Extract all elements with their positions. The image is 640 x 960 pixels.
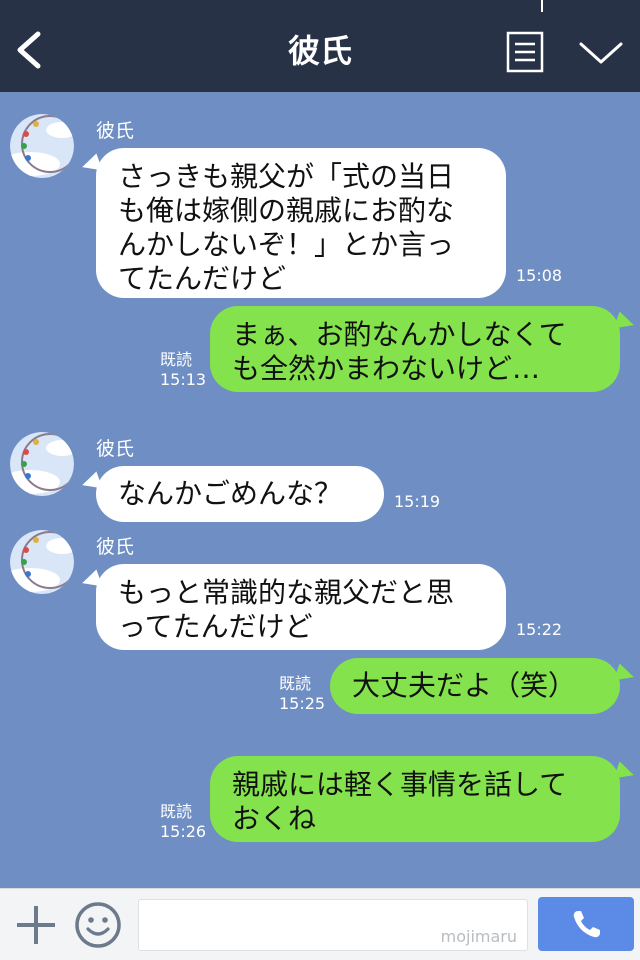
read-receipt: 既読	[279, 674, 312, 693]
message-line: てたんだけど	[118, 262, 287, 295]
avatar[interactable]	[10, 114, 74, 178]
message-time: 15:22	[516, 620, 563, 639]
avatar[interactable]	[10, 432, 74, 496]
message-line: も全然かまわないけど…	[232, 352, 541, 385]
dropdown-menu-button[interactable]	[578, 38, 624, 68]
message-input[interactable]: mojimaru	[138, 899, 528, 951]
message-bubble-incoming[interactable]: なんかごめんな？	[96, 466, 384, 522]
chat-header: 彼氏	[0, 0, 640, 92]
message-time: 15:26	[160, 822, 207, 841]
back-button[interactable]	[12, 30, 52, 70]
status-bar-fragment	[541, 0, 543, 12]
add-attachment-button[interactable]	[14, 903, 58, 947]
chevron-down-icon	[579, 42, 623, 64]
message-time: 15:25	[279, 694, 326, 713]
message-bubble-incoming[interactable]: もっと常識的な親父だと思 ってたんだけど	[96, 564, 506, 650]
message-time: 15:19	[394, 492, 441, 511]
watermark: mojimaru	[440, 927, 517, 946]
message-meta: 既読 15:13	[160, 350, 206, 390]
message-line: なんかごめんな？	[118, 477, 343, 510]
memo-list-icon	[506, 31, 544, 73]
smiley-icon	[75, 902, 121, 948]
message-line: おくね	[232, 802, 317, 835]
message-line: ってたんだけど	[118, 610, 313, 643]
message-line: 親戚には軽く事情を話して	[232, 768, 568, 801]
ferris-wheel-avatar-icon	[10, 114, 74, 178]
message-line: もっと常識的な親父だと思	[118, 576, 455, 609]
sender-name: 彼氏	[96, 120, 135, 142]
message-time: 15:13	[160, 370, 207, 389]
message-line: んかしないぞ！」とか言っ	[118, 228, 455, 261]
read-receipt: 既読	[160, 350, 193, 369]
message-bubble-incoming[interactable]: さっきも親父が「式の当日 も俺は嫁側の親戚にお酌な んかしないぞ！」とか言っ て…	[96, 148, 506, 298]
chat-title-text: 彼氏	[287, 32, 352, 70]
input-bar: mojimaru	[0, 888, 640, 960]
message-line: まぁ、お酌なんかしなくて	[232, 318, 567, 351]
avatar[interactable]	[10, 530, 74, 594]
sender-name: 彼氏	[96, 438, 135, 460]
call-button[interactable]	[538, 897, 634, 951]
ferris-wheel-avatar-icon	[10, 432, 74, 496]
phone-icon	[573, 911, 600, 938]
message-bubble-outgoing[interactable]: 親戚には軽く事情を話して おくね	[210, 756, 620, 842]
read-receipt: 既読	[160, 802, 193, 821]
sender-name: 彼氏	[96, 536, 135, 558]
message-line: 大丈夫だよ（笑）	[352, 669, 577, 702]
message-time: 15:08	[516, 266, 563, 285]
message-bubble-outgoing[interactable]: まぁ、お酌なんかしなくて も全然かまわないけど…	[210, 306, 620, 392]
message-meta: 既読 15:26	[160, 802, 206, 842]
ferris-wheel-avatar-icon	[10, 530, 74, 594]
chat-title: 彼氏	[0, 26, 640, 72]
message-meta: 既読 15:25	[279, 674, 325, 714]
chevron-left-icon	[17, 31, 41, 69]
emoji-button[interactable]	[74, 901, 122, 949]
chat-area[interactable]: 彼氏 さっきも親父が「式の当日 も俺は嫁側の親戚にお酌な んかしないぞ！」とか言…	[0, 92, 640, 888]
message-bubble-outgoing[interactable]: 大丈夫だよ（笑）	[330, 658, 620, 714]
plus-icon	[17, 906, 55, 944]
message-line: さっきも親父が「式の当日	[118, 160, 455, 193]
message-line: も俺は嫁側の親戚にお酌な	[118, 194, 455, 227]
memo-button[interactable]	[506, 31, 544, 73]
